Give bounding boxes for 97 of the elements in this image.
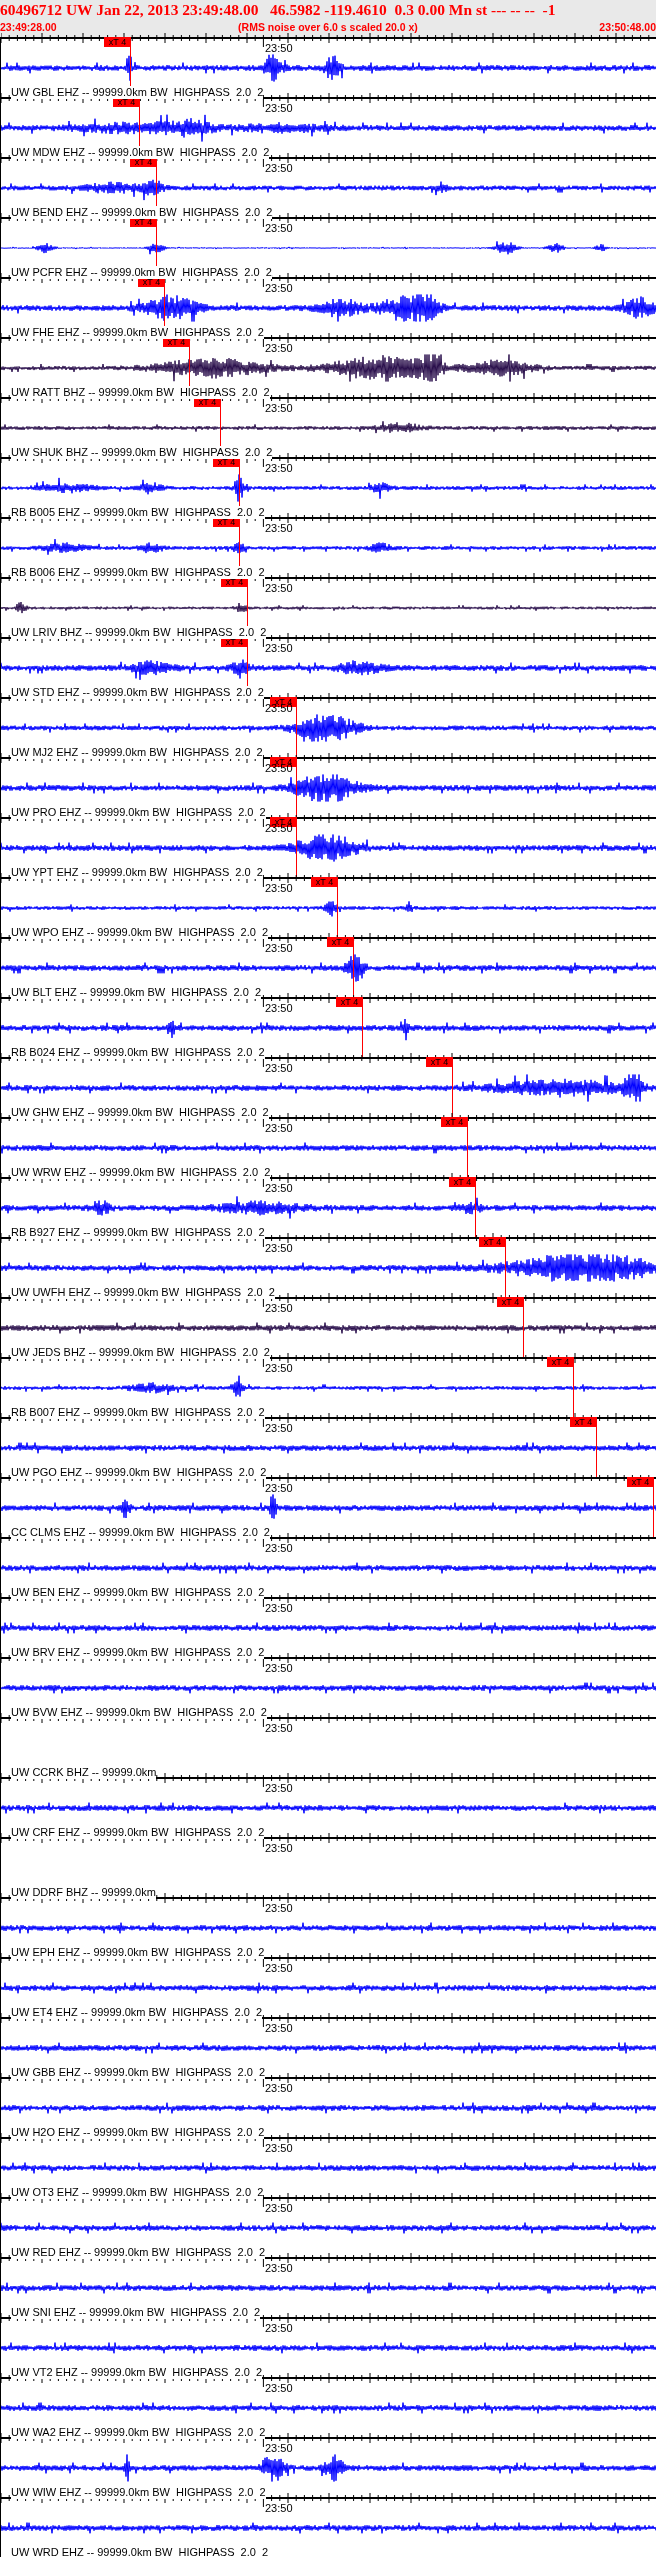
pick-marker: xT 4 bbox=[104, 37, 131, 47]
time-label: 23:50 bbox=[265, 2082, 293, 2094]
pick-marker: xT 4 bbox=[479, 1237, 506, 1247]
channel-label: UW OT3 EHZ -- 99999.0km BW HIGHPASS 2.0 2 bbox=[11, 2186, 264, 2199]
channel-label: UW YPT EHZ -- 99999.0km BW HIGHPASS 2.0 2 bbox=[11, 866, 263, 879]
channel-label: UW MJ2 EHZ -- 99999.0km BW HIGHPASS 2.0 2 bbox=[11, 746, 263, 759]
time-label: 23:50 bbox=[265, 2382, 293, 2394]
channel-label: UW ET4 EHZ -- 99999.0km BW HIGHPASS 2.0 2 bbox=[11, 2006, 263, 2019]
channel-label: UW SHUK BHZ -- 99999.0km BW HIGHPASS 2.0 2 bbox=[11, 446, 273, 459]
time-label: 23:50 bbox=[265, 1602, 293, 1614]
time-label: 23:50 bbox=[265, 882, 293, 894]
channel-label: UW WA2 EHZ -- 99999.0km BW HIGHPASS 2.0 2 bbox=[11, 2426, 266, 2439]
channel-label: UW PCFR EHZ -- 99999.0km BW HIGHPASS 2.0 2 bbox=[11, 266, 272, 279]
start-time: 23:49:28.00 bbox=[0, 20, 57, 35]
pick-marker: xT 4 bbox=[336, 997, 363, 1007]
event-title: 60496712 UW Jan 22, 2013 23:49:48.00 46.5982 -119.4610 0.3 0.00 Mn st --- -- -- -1 bbox=[0, 1, 557, 19]
channel-label: UW STD EHZ -- 99999.0km BW HIGHPASS 2.0 2 bbox=[11, 686, 264, 699]
channel-label: UW BEN EHZ -- 99999.0km BW HIGHPASS 2.0 2 bbox=[11, 1586, 265, 1599]
time-label: 23:50 bbox=[265, 1902, 293, 1914]
channel-label: UW BVW EHZ -- 99999.0km BW HIGHPASS 2.0 2 bbox=[11, 1706, 267, 1719]
channel-label: UW WPO EHZ -- 99999.0km BW HIGHPASS 2.0 2 bbox=[11, 926, 269, 939]
time-label: 23:50 bbox=[265, 1122, 293, 1134]
channel-label: UW JEDS BHZ -- 99999.0km BW HIGHPASS 2.0 2 bbox=[11, 1346, 270, 1359]
channel-label: UW LRIV BHZ -- 99999.0km BW HIGHPASS 2.0 2 bbox=[11, 626, 267, 639]
channel-label: UW RED EHZ -- 99999.0km BW HIGHPASS 2.0 2 bbox=[11, 2246, 266, 2259]
channel-label: UW PRO EHZ -- 99999.0km BW HIGHPASS 2.0 2 bbox=[11, 806, 266, 819]
channel-label: UW CCRK BHZ -- 99999.0km bbox=[11, 1766, 157, 1779]
channel-label: UW BRV EHZ -- 99999.0km BW HIGHPASS 2.0 2 bbox=[11, 1646, 265, 1659]
time-label: 23:50 bbox=[265, 222, 293, 234]
pick-marker: xT 4 bbox=[311, 877, 338, 887]
time-label: 23:50 bbox=[265, 1302, 293, 1314]
pick-marker: xT 4 bbox=[497, 1297, 524, 1307]
channel-label: UW UWFH EHZ -- 99999.0km BW HIGHPASS 2.0 2 bbox=[11, 1286, 275, 1299]
time-label: 23:50 bbox=[265, 2502, 293, 2514]
time-label: 23:50 bbox=[265, 1782, 293, 1794]
channel-label: CC CLMS EHZ -- 99999.0km BW HIGHPASS 2.0 2 bbox=[11, 1526, 270, 1539]
channel-label: UW DDRF BHZ -- 99999.0km bbox=[11, 1886, 156, 1899]
channel-label: UW WRW EHZ -- 99999.0km BW HIGHPASS 2.0 2 bbox=[11, 1166, 271, 1179]
channel-label: RB B005 EHZ -- 99999.0km BW HIGHPASS 2.0 2 bbox=[11, 506, 265, 519]
channel-label: UW CRF EHZ -- 99999.0km BW HIGHPASS 2.0 2 bbox=[11, 1826, 265, 1839]
time-label: 23:50 bbox=[265, 2442, 293, 2454]
pick-marker: xT 4 bbox=[327, 937, 354, 947]
time-label: 23:50 bbox=[265, 462, 293, 474]
time-label: 23:50 bbox=[265, 1242, 293, 1254]
time-label: 23:50 bbox=[265, 1662, 293, 1674]
channel-label: UW PGO EHZ -- 99999.0km BW HIGHPASS 2.0 2 bbox=[11, 1466, 267, 1479]
pick-marker: xT 4 bbox=[627, 1477, 654, 1487]
time-label: 23:50 bbox=[265, 1842, 293, 1854]
channel-label: UW BLT EHZ -- 99999.0km BW HIGHPASS 2.0 2 bbox=[11, 986, 261, 999]
channel-label: UW BEND EHZ -- 99999.0km BW HIGHPASS 2.0 2 bbox=[11, 206, 273, 219]
time-label: 23:50 bbox=[265, 1722, 293, 1734]
time-label: 23:50 bbox=[265, 1002, 293, 1014]
time-label: 23:50 bbox=[265, 102, 293, 114]
channel-label: UW GHW EHZ -- 99999.0km BW HIGHPASS 2.0 2 bbox=[11, 1106, 269, 1119]
time-label: 23:50 bbox=[265, 582, 293, 594]
time-label: 23:50 bbox=[265, 1362, 293, 1374]
channel-label: UW H2O EHZ -- 99999.0km BW HIGHPASS 2.0 2 bbox=[11, 2126, 265, 2139]
time-label: 23:50 bbox=[265, 1482, 293, 1494]
channel-label: RB B927 EHZ -- 99999.0km BW HIGHPASS 2.0 2 bbox=[11, 1226, 265, 1239]
channel-label: UW GBB EHZ -- 99999.0km BW HIGHPASS 2.0 2 bbox=[11, 2066, 266, 2079]
time-label: 23:50 bbox=[265, 642, 293, 654]
time-label: 23:50 bbox=[265, 162, 293, 174]
time-label: 23:50 bbox=[265, 522, 293, 534]
time-label: 23:50 bbox=[265, 942, 293, 954]
time-label: 23:50 bbox=[265, 2262, 293, 2274]
pick-marker: xT 4 bbox=[426, 1057, 453, 1067]
time-label: 23:50 bbox=[265, 2322, 293, 2334]
time-label: 23:50 bbox=[265, 42, 293, 54]
channel-label: UW GBL EHZ -- 99999.0km BW HIGHPASS 2.0 2 bbox=[11, 86, 264, 99]
channel-label: UW EPH EHZ -- 99999.0km BW HIGHPASS 2.0 2 bbox=[11, 1946, 265, 1959]
channel-label: UW WRD EHZ -- 99999.0km BW HIGHPASS 2.0 2 bbox=[11, 2546, 269, 2558]
time-label: 23:50 bbox=[265, 342, 293, 354]
time-label: 23:50 bbox=[265, 2142, 293, 2154]
pick-marker: xT 4 bbox=[570, 1417, 597, 1427]
time-label: 23:50 bbox=[265, 1962, 293, 1974]
channel-label: UW WIW EHZ -- 99999.0km BW HIGHPASS 2.0 2 bbox=[11, 2486, 266, 2499]
pick-marker: xT 4 bbox=[441, 1117, 468, 1127]
channel-label: UW FHE EHZ -- 99999.0km BW HIGHPASS 2.0 2 bbox=[11, 326, 264, 339]
channel-label: UW SNI EHZ -- 99999.0km BW HIGHPASS 2.0 2 bbox=[11, 2306, 261, 2319]
time-label: 23:50 bbox=[265, 2022, 293, 2034]
channel-label: UW VT2 EHZ -- 99999.0km BW HIGHPASS 2.0 2 bbox=[11, 2366, 263, 2379]
time-label: 23:50 bbox=[265, 2202, 293, 2214]
time-label: 23:50 bbox=[265, 1542, 293, 1554]
pick-marker: xT 4 bbox=[547, 1357, 574, 1367]
time-label: 23:50 bbox=[265, 1422, 293, 1434]
end-time: 23:50:48.00 bbox=[599, 20, 656, 35]
channel-label: UW RATT BHZ -- 99999.0km BW HIGHPASS 2.0 2 bbox=[11, 386, 270, 399]
channel-label: RB B006 EHZ -- 99999.0km BW HIGHPASS 2.0 2 bbox=[11, 566, 265, 579]
time-label: 23:50 bbox=[265, 1062, 293, 1074]
time-label: 23:50 bbox=[265, 402, 293, 414]
channel-label: UW MDW EHZ -- 99999.0km BW HIGHPASS 2.0 2 bbox=[11, 146, 270, 159]
channel-label: RB B024 EHZ -- 99999.0km BW HIGHPASS 2.0 2 bbox=[11, 1046, 265, 1059]
time-label: 23:50 bbox=[265, 1182, 293, 1194]
scale-note: (RMS noise over 6.0 s scaled 20.0 x) bbox=[238, 20, 418, 35]
time-label: 23:50 bbox=[265, 282, 293, 294]
pick-marker: xT 4 bbox=[449, 1177, 476, 1187]
channel-label: RB B007 EHZ -- 99999.0km BW HIGHPASS 2.0 2 bbox=[11, 1406, 265, 1419]
